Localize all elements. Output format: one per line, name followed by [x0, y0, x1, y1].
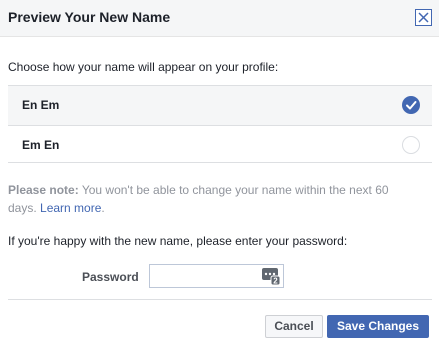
cancel-button[interactable]: Cancel	[265, 315, 323, 338]
name-change-note: Please note: You won't be able to change…	[8, 181, 418, 217]
name-option-second[interactable]: Em En	[8, 125, 432, 164]
dialog-title: Preview Your New Name	[8, 9, 171, 25]
close-icon	[418, 12, 429, 23]
dialog-header: Preview Your New Name	[0, 0, 439, 37]
password-prompt: If you're happy with the new name, pleas…	[8, 234, 348, 248]
password-label: Password	[82, 270, 139, 284]
preview-name-dialog: Preview Your New Name Choose how your na…	[0, 0, 439, 350]
name-option-label: En Em	[22, 98, 60, 112]
name-option-first[interactable]: En Em	[8, 86, 432, 125]
learn-more-link[interactable]: Learn more	[40, 201, 101, 215]
name-option-label: Em En	[22, 138, 60, 152]
choose-name-prompt: Choose how your name will appear on your…	[8, 60, 279, 74]
save-changes-button[interactable]: Save Changes	[327, 315, 429, 338]
footer-divider	[8, 299, 432, 300]
radio-unchecked-icon[interactable]	[402, 136, 420, 154]
name-options: En Em Em En	[8, 85, 432, 163]
password-manager-icon[interactable]: 2	[262, 268, 281, 286]
note-tail: .	[101, 201, 105, 215]
close-button[interactable]	[415, 9, 432, 26]
radio-checked-icon[interactable]	[402, 96, 420, 114]
note-heading: Please note:	[8, 183, 79, 197]
svg-text:2: 2	[273, 277, 278, 286]
